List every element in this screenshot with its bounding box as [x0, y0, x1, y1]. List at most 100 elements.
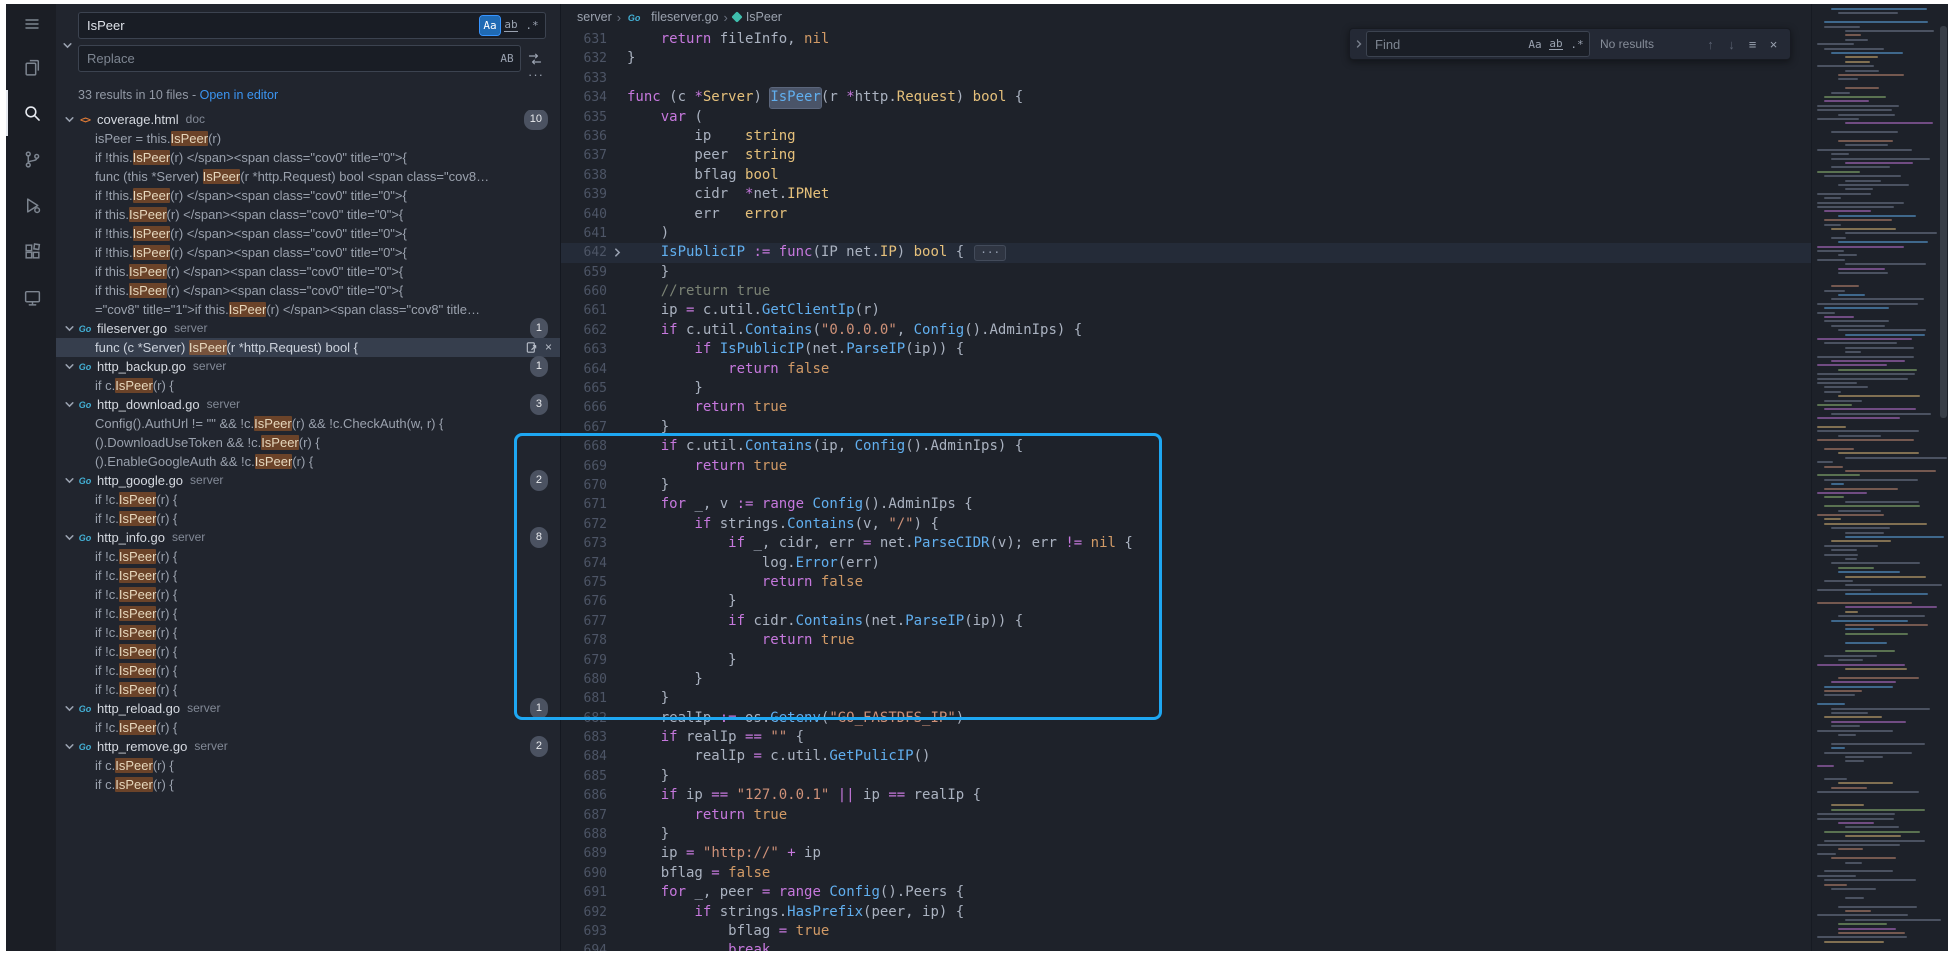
code-text[interactable]: return false — [627, 573, 863, 592]
code-line[interactable]: 687 return true — [561, 806, 1811, 825]
breadcrumb-item[interactable]: Gofileserver.go — [626, 10, 718, 24]
code-line[interactable]: 661 ip = c.util.GetClientIp(r) — [561, 301, 1811, 320]
code-text[interactable]: //return true — [627, 282, 770, 301]
code-line[interactable]: 670 } — [561, 476, 1811, 495]
code-text[interactable]: return fileInfo, nil — [627, 30, 829, 49]
search-match-row[interactable]: if c.IsPeer(r) { — [56, 376, 560, 395]
code-line[interactable]: 685 } — [561, 767, 1811, 786]
code-line[interactable]: 669 return true — [561, 457, 1811, 476]
code-line[interactable]: 690 bflag = false — [561, 864, 1811, 883]
search-match-row[interactable]: if !c.IsPeer(r) { — [56, 642, 560, 661]
toggle-replace-chevron-icon[interactable] — [59, 37, 75, 53]
code-text[interactable]: if strings.HasPrefix(peer, ip) { — [627, 903, 964, 922]
run-debug-icon[interactable] — [6, 182, 56, 228]
code-text[interactable]: for _, v := range Config().AdminIps { — [627, 495, 973, 514]
code-text[interactable]: } — [627, 379, 703, 398]
code-line[interactable]: 665 } — [561, 379, 1811, 398]
code-text[interactable]: ip = c.util.GetClientIp(r) — [627, 301, 880, 320]
code-line[interactable]: 659 } — [561, 263, 1811, 282]
search-match-row[interactable]: ().DownloadUseToken && !c.IsPeer(r) { — [56, 433, 560, 452]
code-line[interactable]: 680 } — [561, 670, 1811, 689]
code-line[interactable]: 694 break — [561, 941, 1811, 951]
code-text[interactable]: ip = "http://" + ip — [627, 844, 821, 863]
search-match-row[interactable]: if this.IsPeer(r) </span><span class="co… — [56, 281, 560, 300]
replace-input[interactable]: Replace AB — [78, 45, 521, 72]
code-text[interactable]: err error — [627, 205, 787, 224]
code-line[interactable]: 672 if strings.Contains(v, "/") { — [561, 515, 1811, 534]
search-match-row[interactable]: if this.IsPeer(r) </span><span class="co… — [56, 262, 560, 281]
code-text[interactable]: } — [627, 418, 669, 437]
code-text[interactable]: ip string — [627, 127, 796, 146]
search-match-row[interactable]: func (c *Server) IsPeer(r *http.Request)… — [56, 338, 560, 357]
code-line[interactable]: 640 err error — [561, 205, 1811, 224]
remote-explorer-icon[interactable] — [6, 274, 56, 320]
extensions-icon[interactable] — [6, 228, 56, 274]
code-line[interactable]: 666 return true — [561, 398, 1811, 417]
code-text[interactable]: if _, cidr, err = net.ParseCIDR(v); err … — [627, 534, 1133, 553]
file-result-header[interactable]: Gohttp_download.goserver3 — [56, 395, 560, 414]
code-line[interactable]: 662 if c.util.Contains("0.0.0.0", Config… — [561, 321, 1811, 340]
code-text[interactable]: if IsPublicIP(net.ParseIP(ip)) { — [627, 340, 964, 359]
file-result-header[interactable]: Gohttp_remove.goserver2 — [56, 737, 560, 756]
code-line[interactable]: 682 realIp := os.Getenv("GO_FASTDFS_IP") — [561, 709, 1811, 728]
code-line[interactable]: 642 IsPublicIP := func(IP net.IP) bool {… — [561, 243, 1811, 262]
code-line[interactable]: 693 bflag = true — [561, 922, 1811, 941]
find-input[interactable]: Find Aa ab .* — [1366, 31, 1590, 57]
code-line[interactable]: 681 } — [561, 689, 1811, 708]
code-line[interactable]: 677 if cidr.Contains(net.ParseIP(ip)) { — [561, 612, 1811, 631]
breadcrumb-item[interactable]: IsPeer — [733, 10, 782, 24]
code-line[interactable]: 675 return false — [561, 573, 1811, 592]
code-text[interactable]: bflag = true — [627, 922, 829, 941]
code-text[interactable]: return true — [627, 631, 855, 650]
search-match-row[interactable]: if this.IsPeer(r) </span><span class="co… — [56, 205, 560, 224]
code-line[interactable]: 674 log.Error(err) — [561, 554, 1811, 573]
code-text[interactable]: if c.util.Contains("0.0.0.0", Config().A… — [627, 321, 1082, 340]
search-icon[interactable] — [6, 90, 56, 136]
code-line[interactable]: 688 } — [561, 825, 1811, 844]
code-text[interactable]: } — [627, 825, 669, 844]
file-result-header[interactable]: Gofileserver.goserver1 — [56, 319, 560, 338]
code-line[interactable]: 667 } — [561, 418, 1811, 437]
code-line[interactable]: 676 } — [561, 592, 1811, 611]
code-line[interactable]: 684 realIp = c.util.GetPulicIP() — [561, 747, 1811, 766]
find-next-icon[interactable]: ↓ — [1721, 34, 1742, 55]
code-text[interactable]: bflag bool — [627, 166, 779, 185]
search-match-row[interactable]: Config().AuthUrl != "" && !c.IsPeer(r) &… — [56, 414, 560, 433]
whole-word-toggle[interactable]: ab — [501, 16, 521, 35]
search-match-row[interactable]: if !c.IsPeer(r) { — [56, 585, 560, 604]
explorer-icon[interactable] — [6, 44, 56, 90]
file-result-header[interactable]: Gohttp_reload.goserver1 — [56, 699, 560, 718]
code-text[interactable]: } — [627, 592, 737, 611]
code-line[interactable]: 636 ip string — [561, 127, 1811, 146]
code-text[interactable]: if strings.Contains(v, "/") { — [627, 515, 939, 534]
scrollbar-thumb[interactable] — [1940, 26, 1947, 418]
code-line[interactable]: 634func (c *Server) IsPeer(r *http.Reque… — [561, 88, 1811, 107]
code-text[interactable]: return true — [627, 806, 787, 825]
code-line[interactable]: 678 return true — [561, 631, 1811, 650]
code-text[interactable]: break — [627, 941, 770, 951]
find-match-case-toggle[interactable]: Aa — [1525, 35, 1545, 54]
search-match-row[interactable]: if !c.IsPeer(r) { — [56, 661, 560, 680]
search-match-row[interactable]: ().EnableGoogleAuth && !c.IsPeer(r) { — [56, 452, 560, 471]
find-close-icon[interactable]: × — [1763, 34, 1784, 55]
code-text[interactable]: return true — [627, 398, 787, 417]
code-text[interactable]: if ip == "127.0.0.1" || ip == realIp { — [627, 786, 981, 805]
code-line[interactable]: 641 ) — [561, 224, 1811, 243]
fold-chevron-icon[interactable] — [607, 243, 627, 262]
file-result-header[interactable]: Gohttp_info.goserver8 — [56, 528, 560, 547]
code-text[interactable]: return true — [627, 457, 787, 476]
code-line[interactable]: 637 peer string — [561, 146, 1811, 165]
code-text[interactable]: func (c *Server) IsPeer(r *http.Request)… — [627, 88, 1023, 107]
code-text[interactable]: var ( — [627, 108, 703, 127]
code-line[interactable]: 691 for _, peer = range Config().Peers { — [561, 883, 1811, 902]
search-match-row[interactable]: if c.IsPeer(r) { — [56, 756, 560, 775]
code-line[interactable]: 683 if realIp == "" { — [561, 728, 1811, 747]
code-line[interactable]: 660 //return true — [561, 282, 1811, 301]
search-match-row[interactable]: if !this.IsPeer(r) </span><span class="c… — [56, 148, 560, 167]
code-text[interactable]: for _, peer = range Config().Peers { — [627, 883, 964, 902]
search-match-row[interactable]: if !c.IsPeer(r) { — [56, 604, 560, 623]
open-in-editor-link[interactable]: Open in editor — [200, 88, 279, 102]
code-text[interactable]: return false — [627, 360, 829, 379]
toggle-search-details-icon[interactable]: ··· — [528, 68, 544, 82]
search-input[interactable]: IsPeer Aa ab .* — [78, 12, 546, 39]
